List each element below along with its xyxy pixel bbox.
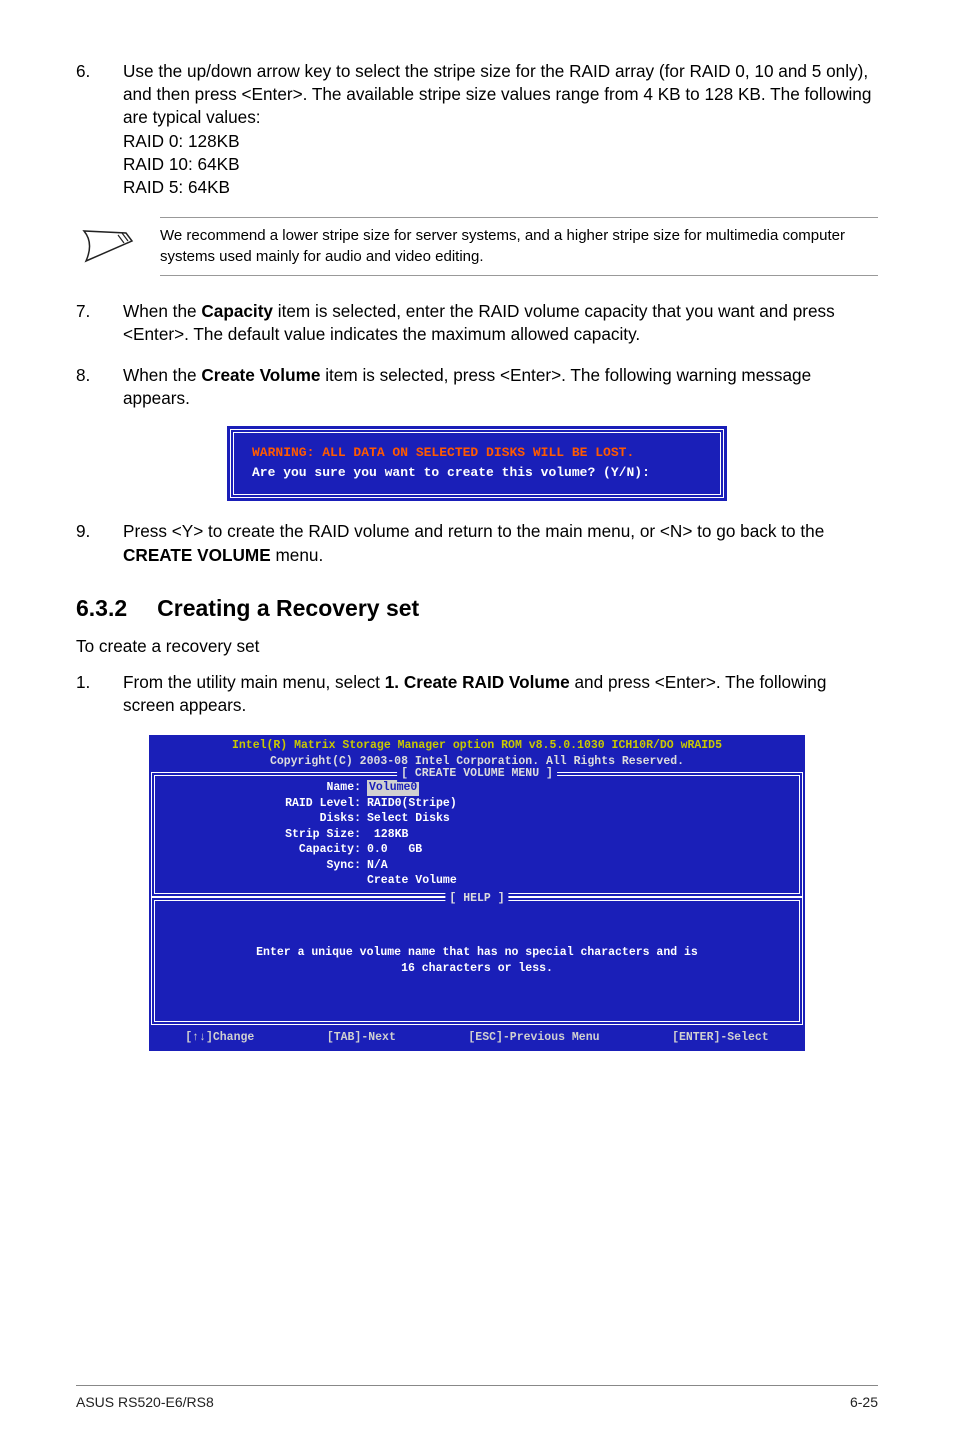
field-create-volume[interactable]: Create Volume (361, 873, 457, 889)
step-1-bold: 1. Create RAID Volume (385, 672, 570, 692)
page-footer: ASUS RS520-E6/RS8 6-25 (76, 1385, 878, 1410)
step-6-num: 6. (76, 60, 98, 199)
step-6-content: Use the up/down arrow key to select the … (123, 60, 878, 199)
step-1: 1. From the utility main menu, select 1.… (76, 671, 878, 717)
help-line2: 16 characters or less. (165, 961, 789, 977)
bios-create-volume-box: [ CREATE VOLUME MENU ] Name:Volume0 RAID… (151, 772, 803, 897)
field-disks-value[interactable]: Select Disks (361, 811, 450, 827)
field-capacity-value[interactable]: 0.0 GB (361, 842, 422, 858)
step-8-num: 8. (76, 364, 98, 410)
footer-page-number: 6-25 (850, 1394, 878, 1410)
warning-line1: WARNING: ALL DATA ON SELECTED DISKS WILL… (252, 443, 702, 464)
key-hint-previous: [ESC]-Previous Menu (468, 1030, 599, 1046)
step-7-bold: Capacity (201, 301, 273, 321)
warning-terminal: WARNING: ALL DATA ON SELECTED DISKS WILL… (230, 429, 724, 499)
field-name-value[interactable]: Volume0 (367, 780, 419, 796)
bios-help-box: [ HELP ] Enter a unique volume name that… (151, 897, 803, 1025)
step-9: 9. Press <Y> to create the RAID volume a… (76, 520, 878, 566)
step-8-content: When the Create Volume item is selected,… (123, 364, 878, 410)
key-hint-change: [↑↓]Change (185, 1030, 254, 1046)
step-9-content: Press <Y> to create the RAID volume and … (123, 520, 878, 566)
section-heading: 6.3.2 Creating a Recovery set (76, 595, 878, 622)
field-capacity-label: Capacity: (251, 842, 361, 858)
step-9-bold: CREATE VOLUME (123, 545, 271, 565)
warning-line2: Are you sure you want to create this vol… (252, 463, 702, 484)
note-text: We recommend a lower stripe size for ser… (160, 217, 878, 276)
bios-screen: Intel(R) Matrix Storage Manager option R… (149, 735, 805, 1051)
field-sync-value: N/A (361, 858, 388, 874)
step-6-line3: RAID 5: 64KB (123, 177, 230, 197)
step-6-line2: RAID 10: 64KB (123, 154, 240, 174)
step-8: 8. When the Create Volume item is select… (76, 364, 878, 410)
bios-h1: Intel(R) Matrix Storage Manager option R… (232, 739, 722, 752)
step-7: 7. When the Capacity item is selected, e… (76, 300, 878, 346)
section-num: 6.3.2 (76, 595, 127, 622)
bios-footer: [↑↓]Change [TAB]-Next [ESC]-Previous Men… (149, 1025, 805, 1052)
field-sync-label: Sync: (251, 858, 361, 874)
note-row: We recommend a lower stripe size for ser… (76, 217, 878, 276)
field-disks-label: Disks: (251, 811, 361, 827)
section-title: Creating a Recovery set (157, 595, 419, 622)
bios-box1-title: [ CREATE VOLUME MENU ] (397, 766, 557, 782)
field-raid-value[interactable]: RAID0(Stripe) (361, 796, 457, 812)
step-1-num: 1. (76, 671, 98, 717)
step-7-content: When the Capacity item is selected, ente… (123, 300, 878, 346)
footer-model: ASUS RS520-E6/RS8 (76, 1394, 214, 1410)
bios-box2-title: [ HELP ] (445, 891, 508, 907)
field-name-label: Name: (251, 780, 361, 796)
step-6: 6. Use the up/down arrow key to select t… (76, 60, 878, 199)
pencil-note-icon (82, 229, 136, 265)
step-1-content: From the utility main menu, select 1. Cr… (123, 671, 878, 717)
step-8-bold: Create Volume (201, 365, 320, 385)
intro-text: To create a recovery set (76, 636, 878, 657)
help-line1: Enter a unique volume name that has no s… (165, 945, 789, 961)
step-7-num: 7. (76, 300, 98, 346)
step-6-line1: RAID 0: 128KB (123, 131, 240, 151)
field-strip-label: Strip Size: (251, 827, 361, 843)
step-6-text: Use the up/down arrow key to select the … (123, 61, 871, 127)
step-1-before: From the utility main menu, select (123, 672, 385, 692)
field-raid-label: RAID Level: (251, 796, 361, 812)
step-7-before: When the (123, 301, 201, 321)
step-8-before: When the (123, 365, 201, 385)
field-strip-value[interactable]: 128KB (361, 827, 408, 843)
step-9-before: Press <Y> to create the RAID volume and … (123, 521, 824, 541)
step-9-num: 9. (76, 520, 98, 566)
key-hint-select: [ENTER]-Select (672, 1030, 769, 1046)
step-9-after: menu. (271, 545, 324, 565)
key-hint-next: [TAB]-Next (327, 1030, 396, 1046)
